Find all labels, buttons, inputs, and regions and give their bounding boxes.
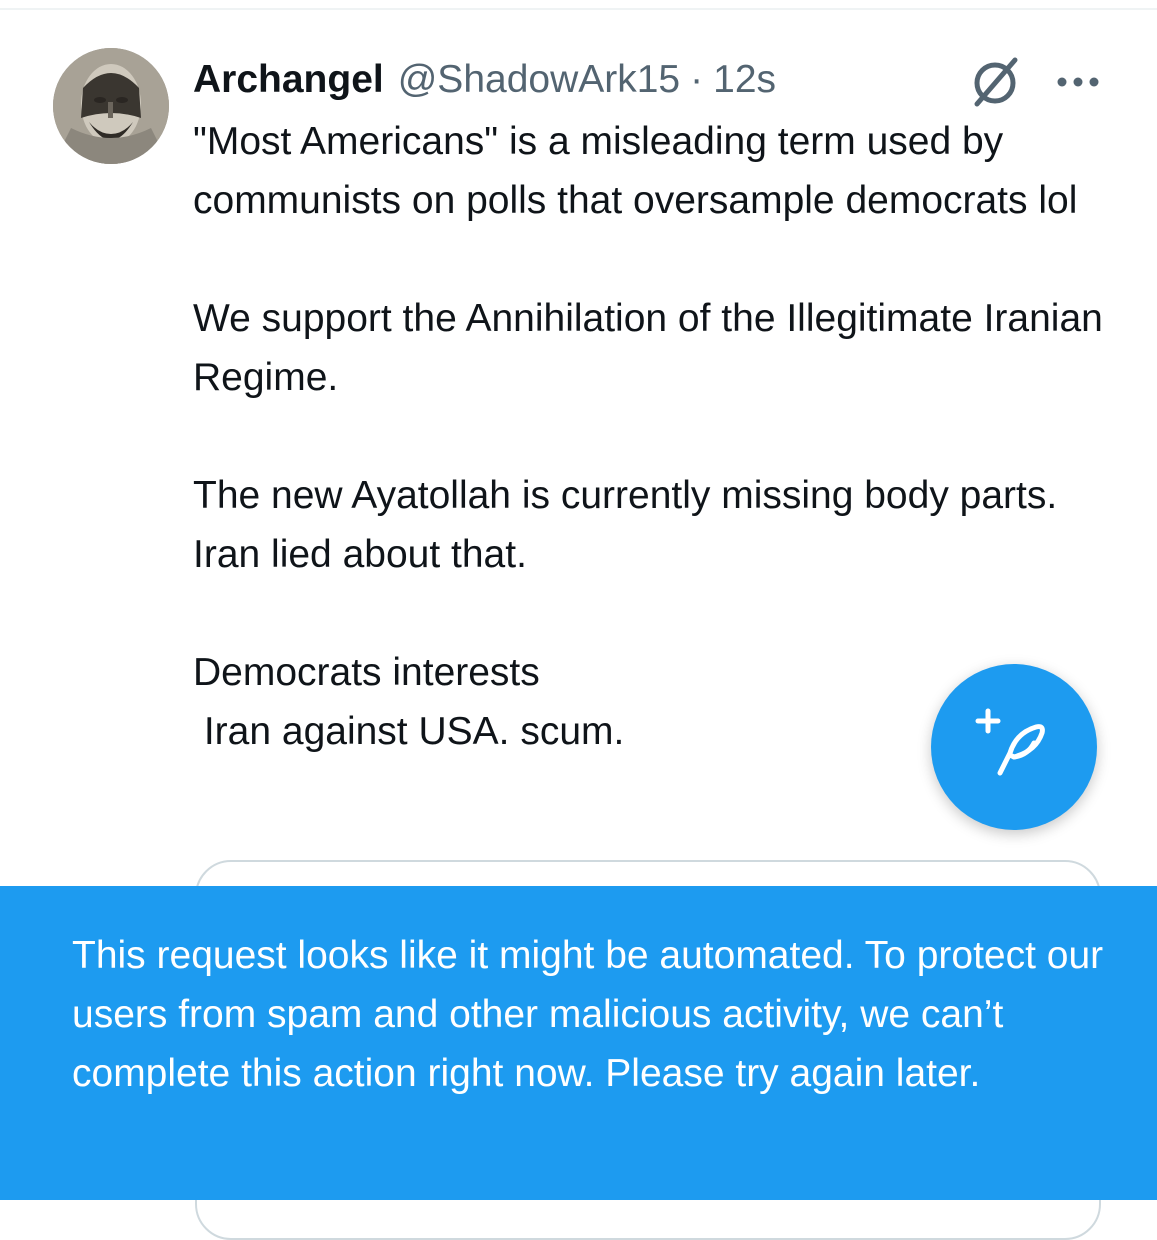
tweet-text: "Most Americans" is a misleading term us… — [193, 120, 1103, 753]
top-divider — [0, 8, 1157, 10]
grok-icon[interactable] — [965, 56, 1027, 108]
automation-warning-toast: This request looks like it might be auto… — [0, 886, 1157, 1200]
toast-message: This request looks like it might be auto… — [72, 934, 1104, 1095]
more-icon[interactable] — [1052, 62, 1104, 102]
author-display-name[interactable]: Archangel — [193, 54, 384, 106]
avatar-image — [53, 48, 169, 164]
header-separator: · — [690, 58, 704, 101]
avatar[interactable] — [53, 48, 169, 164]
tweet-header: Archangel @ShadowArk15 · 12s — [193, 54, 776, 106]
compose-button[interactable] — [931, 664, 1097, 830]
tweet-timestamp[interactable]: 12s — [713, 54, 776, 106]
author-handle[interactable]: @ShadowArk15 — [398, 54, 680, 106]
compose-feather-plus-icon — [975, 708, 1045, 776]
